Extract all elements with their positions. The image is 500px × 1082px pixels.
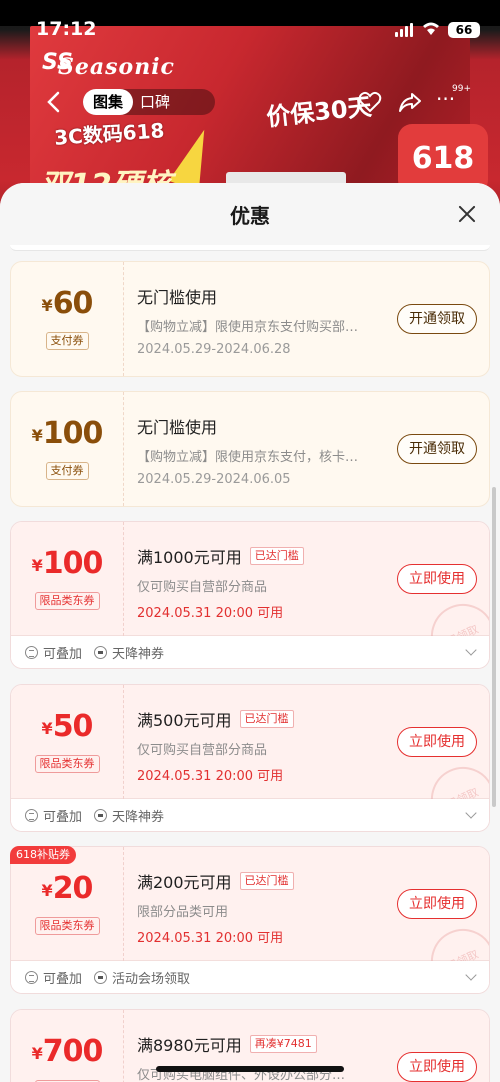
coupon-title: 满1000元可用 已达门槛	[137, 544, 387, 568]
coupon-card: ¥100 限品类东券 满1000元可用 已达门槛 仅可购买自营部分商品 2024.…	[10, 521, 490, 669]
coupon-feature: 可叠加	[43, 972, 83, 987]
coupon-source: 活动会场领取	[112, 972, 191, 987]
coupon-amount: ¥100	[31, 416, 104, 451]
coupon-type: 支付券	[11, 459, 123, 480]
share-icon[interactable]	[398, 91, 422, 113]
home-indicator[interactable]	[156, 1066, 344, 1072]
sheet-header: 优惠	[0, 183, 500, 245]
coupon-card: ¥60 支付券 无门槛使用 【购物立减】限使用京东支付购买部… 2024.05.…	[10, 261, 490, 377]
chevron-down-icon[interactable]	[465, 807, 477, 819]
product-top-nav: 图集 口碑 ··· 99+	[0, 84, 500, 118]
battery-icon: 66	[448, 22, 480, 38]
coupon-amount: ¥20	[41, 871, 94, 906]
coupon-amount: ¥700	[31, 1034, 104, 1069]
brand-logo-text: Seasonic	[58, 54, 175, 80]
coupon-footer[interactable]: 可叠加 天降神券	[11, 636, 489, 668]
coupon-sheet: 优惠 ¥60 支付券 无门槛使用 【购物立减】限使用京东支付购买部… 2024.…	[0, 183, 500, 1082]
wifi-icon	[423, 22, 439, 35]
coupon-feature: 可叠加	[43, 810, 83, 825]
coupon-type: 支付券	[11, 329, 123, 350]
stack-icon	[25, 971, 38, 984]
coupon-feature: 可叠加	[43, 647, 83, 662]
threshold-tag: 已达门槛	[239, 872, 294, 890]
signal-icon	[395, 23, 413, 37]
coupon-title: 满500元可用 已达门槛	[137, 707, 387, 731]
coupon-date: 2024.05.29-2024.06.05	[137, 472, 291, 487]
coupon-source: 天降神券	[112, 647, 165, 662]
use-now-button[interactable]: 立即使用	[397, 564, 477, 594]
coupon-date: 2024.05.31 20:00 可用	[137, 606, 284, 621]
threshold-tag: 已达门槛	[239, 710, 294, 728]
coupon-title: 无门槛使用	[137, 288, 218, 307]
coupon-type: 限品类东券	[11, 589, 123, 610]
coupon-date: 2024.05.31 20:00 可用	[137, 931, 284, 946]
coupon-title: 满200元可用 已达门槛	[137, 869, 387, 893]
more-badge: 99+	[452, 84, 471, 94]
use-now-button[interactable]: 立即使用	[397, 889, 477, 919]
activate-claim-button[interactable]: 开通领取	[397, 304, 477, 334]
coupon-card: ¥100 支付券 无门槛使用 【购物立减】限使用京东支付，核卡… 2024.05…	[10, 391, 490, 507]
tab-gallery[interactable]: 图集	[83, 89, 133, 115]
coupon-type: 限品类东券	[11, 1077, 123, 1082]
more-icon[interactable]: ···	[436, 89, 462, 114]
coupon-card: ¥20 限品类东券 满200元可用 已达门槛 限部分品类可用 2024.05.31…	[10, 846, 490, 994]
chevron-down-icon[interactable]	[465, 969, 477, 981]
gift-icon	[94, 971, 108, 984]
chevron-down-icon[interactable]	[465, 644, 477, 656]
coupon-card: ¥50 限品类东券 满500元可用 已达门槛 仅可购买自营部分商品 2024.05…	[10, 684, 490, 832]
gift-icon	[94, 646, 108, 659]
coupon-desc: 【购物立减】限使用京东支付购买部…	[137, 320, 359, 335]
coupon-title: 无门槛使用	[137, 418, 218, 437]
use-now-button[interactable]: 立即使用	[397, 727, 477, 757]
coupon-footer[interactable]: 可叠加 活动会场领取	[11, 961, 489, 993]
coupon-title: 满8980元可用 再凑¥7481	[137, 1032, 387, 1056]
coupon-date: 2024.05.29-2024.06.28	[137, 342, 291, 357]
coupon-type: 限品类东券	[11, 914, 123, 935]
coupon-amount: ¥50	[41, 709, 94, 744]
tab-review[interactable]: 口碑	[140, 89, 210, 115]
coupon-desc: 限部分品类可用	[137, 905, 229, 920]
threshold-tag: 已达门槛	[249, 547, 304, 565]
status-time: 17:12	[36, 18, 97, 40]
coupon-footer[interactable]: 可叠加 天降神券	[11, 799, 489, 831]
coupon-source: 天降神券	[112, 810, 165, 825]
shortfall-tag: 再凑¥7481	[249, 1035, 317, 1053]
coupon-amount: ¥100	[31, 546, 104, 581]
close-icon[interactable]	[456, 203, 478, 225]
coupon-date: 2024.05.31 20:00 可用	[137, 769, 284, 784]
back-icon[interactable]	[44, 90, 64, 114]
status-bar: 17:12 66	[0, 0, 500, 50]
coupon-amount: ¥60	[41, 286, 94, 321]
previous-card-edge	[10, 245, 490, 251]
subsidy-badge: 618补贴券	[10, 846, 76, 864]
coupon-type: 限品类东券	[11, 752, 123, 773]
stack-icon	[25, 809, 38, 822]
stack-icon	[25, 646, 38, 659]
scrollbar[interactable]	[492, 487, 496, 807]
coupon-desc: 仅可购买自营部分商品	[137, 743, 268, 758]
use-now-button[interactable]: 立即使用	[397, 1052, 477, 1082]
heart-icon[interactable]	[358, 91, 382, 113]
coupon-desc: 仅可购买自营部分商品	[137, 580, 268, 595]
activate-claim-button[interactable]: 开通领取	[397, 434, 477, 464]
sheet-title: 优惠	[230, 204, 270, 228]
coupon-desc: 【购物立减】限使用京东支付，核卡…	[137, 450, 359, 465]
gift-icon	[94, 809, 108, 822]
